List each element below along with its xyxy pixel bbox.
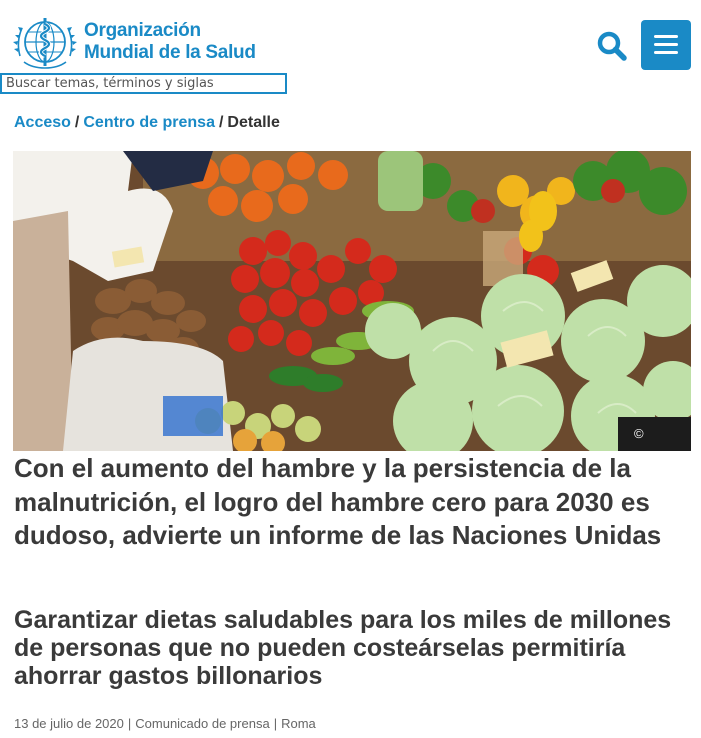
hamburger-menu-icon-bar (654, 43, 678, 46)
breadcrumb-home-link[interactable]: Acceso (14, 114, 71, 131)
hamburger-menu-icon-bar (654, 51, 678, 54)
search-button[interactable] (596, 30, 628, 62)
search-icon (597, 31, 627, 61)
article-date: 13 de julio de 2020 (14, 716, 124, 731)
hero-image: © (13, 151, 691, 451)
who-emblem-icon (13, 18, 77, 69)
logo-line-2: Mundial de la Salud (84, 42, 256, 63)
article-title: Con el aumento del hambre y la persisten… (14, 453, 662, 550)
logo-wordmark: Organización Mundial de la Salud (84, 20, 256, 64)
logo-line-1: Organización (84, 20, 201, 41)
breadcrumb: Acceso / Centro de prensa / Detalle (14, 114, 280, 132)
breadcrumb-current: Detalle (227, 114, 280, 131)
breadcrumb-press-link[interactable]: Centro de prensa (83, 114, 215, 131)
article-subtitle: Garantizar dietas saludables para los mi… (14, 606, 672, 690)
meta-separator: | (273, 716, 278, 731)
site-header: Organización Mundial de la Salud (0, 0, 701, 72)
image-credit: © (618, 417, 691, 451)
who-logo[interactable]: Organización Mundial de la Salud (12, 12, 256, 72)
article-type: Comunicado de prensa (135, 716, 270, 731)
market-produce-photo (13, 151, 691, 451)
menu-button[interactable] (641, 20, 691, 70)
breadcrumb-separator: / (74, 114, 80, 131)
hamburger-menu-icon (654, 35, 678, 38)
breadcrumb-separator: / (218, 114, 224, 131)
article-location: Roma (281, 716, 316, 731)
meta-separator: | (127, 716, 132, 731)
article-meta: 13 de julio de 2020 | Comunicado de prensa… (14, 716, 316, 731)
search-input[interactable] (0, 73, 287, 94)
